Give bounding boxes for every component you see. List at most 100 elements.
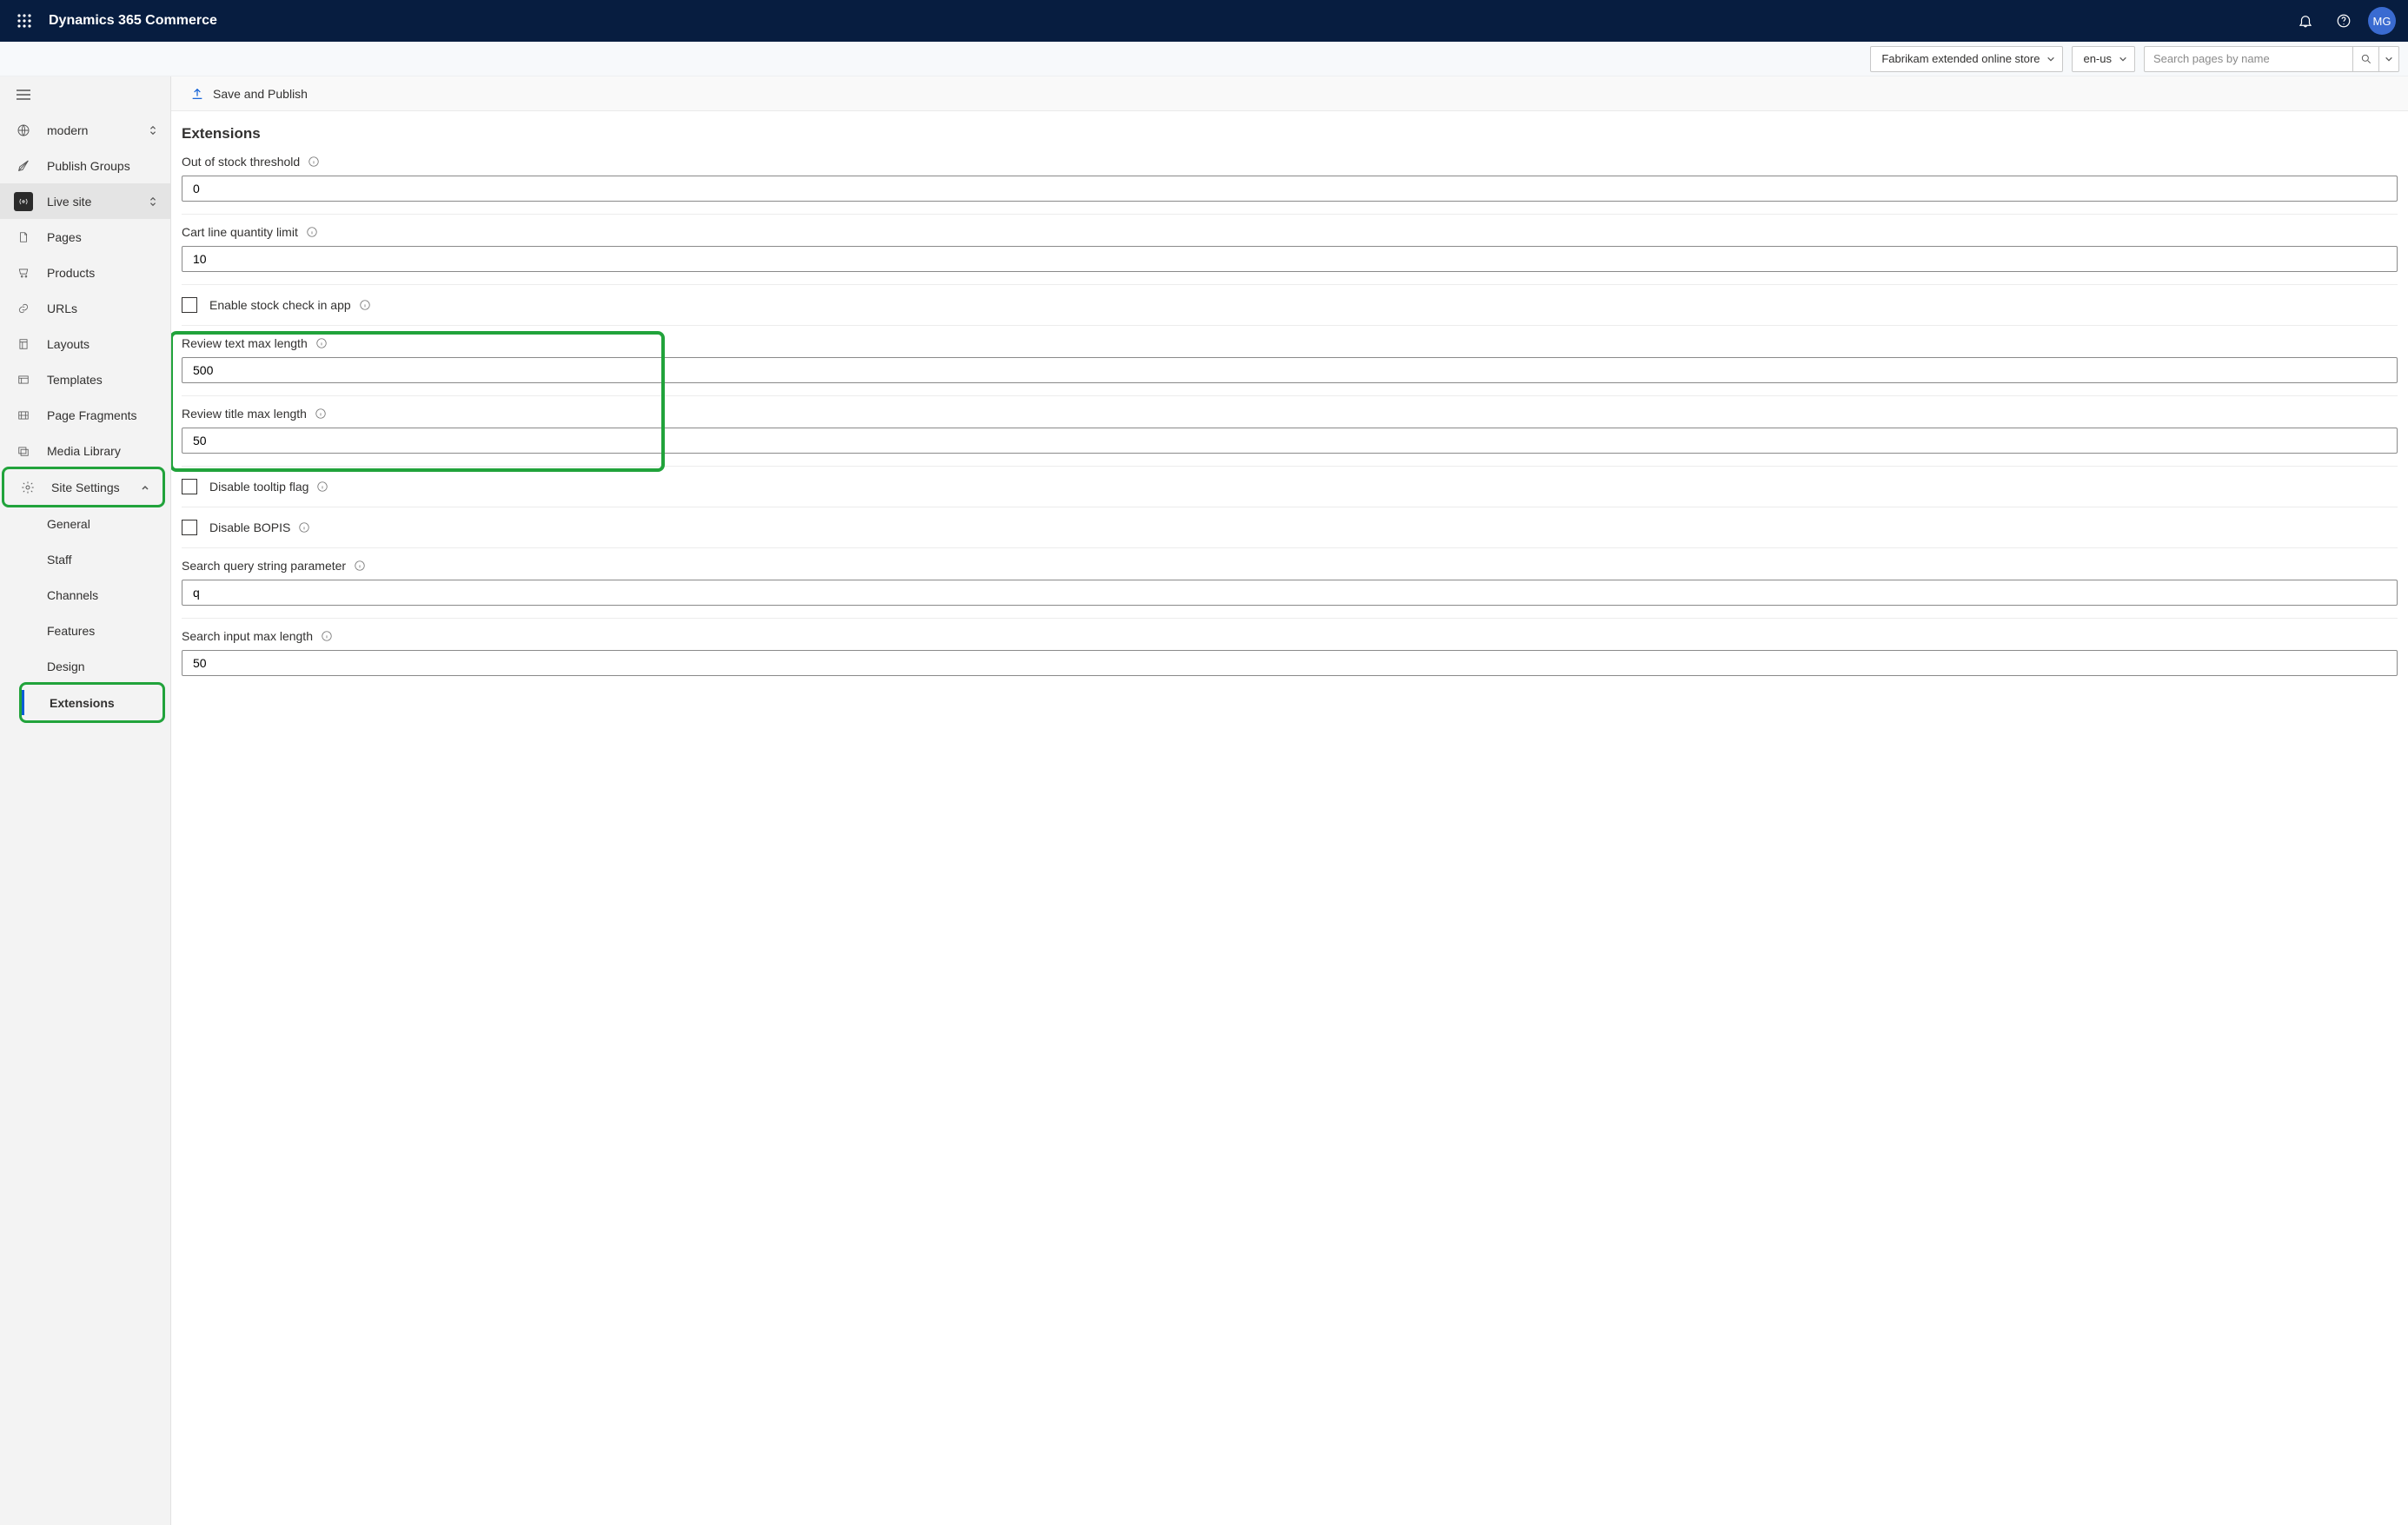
sidebar-item-label: Media Library [47, 444, 121, 458]
sidebar-sub-general[interactable]: General [0, 506, 170, 541]
sidebar-item-live-site[interactable]: Live site [0, 183, 170, 219]
sidebar-item-layouts[interactable]: Layouts [0, 326, 170, 361]
sidebar-item-label: Features [47, 624, 95, 638]
field-out-of-stock-threshold: Out of stock threshold [182, 155, 2398, 215]
updown-icon [148, 125, 158, 136]
sidebar-sub-extensions[interactable]: Extensions [22, 685, 163, 720]
info-icon[interactable] [353, 559, 367, 573]
sidebar-item-label: Design [47, 660, 85, 673]
field-enable-stock-check: Enable stock check in app [182, 285, 2398, 326]
globe-icon [14, 121, 33, 140]
info-icon[interactable] [307, 155, 321, 169]
sidebar-item-label: URLs [47, 302, 77, 315]
enable-stock-check-checkbox[interactable] [182, 297, 197, 313]
sidebar-item-media[interactable]: Media Library [0, 433, 170, 468]
sidebar-item-pages[interactable]: Pages [0, 219, 170, 255]
sidebar-item-urls[interactable]: URLs [0, 290, 170, 326]
locale-selector[interactable]: en-us [2072, 46, 2135, 72]
media-icon [14, 441, 33, 461]
main-panel: Save and Publish Extensions Out of stock… [171, 76, 2408, 1525]
page-search-options[interactable] [2378, 46, 2399, 72]
sidebar-item-site-settings[interactable]: Site Settings [4, 469, 163, 505]
sidebar: modern Publish Groups Live site Pages [0, 76, 171, 1525]
help-icon [2336, 13, 2352, 29]
sidebar-item-products[interactable]: Products [0, 255, 170, 290]
field-search-input-max: Search input max length [182, 629, 2398, 688]
sidebar-toggle[interactable] [0, 76, 170, 112]
app-title: Dynamics 365 Commerce [49, 13, 217, 29]
page-toolbar: Save and Publish [171, 76, 2408, 111]
page-icon [14, 228, 33, 247]
cart-line-limit-input[interactable] [182, 246, 2398, 272]
sidebar-item-label: Layouts [47, 337, 90, 351]
sidebar-item-label: Staff [47, 553, 72, 567]
review-title-max-input[interactable] [182, 428, 2398, 454]
sidebar-item-templates[interactable]: Templates [0, 361, 170, 397]
field-cart-line-limit: Cart line quantity limit [182, 225, 2398, 285]
sidebar-sub-features[interactable]: Features [0, 613, 170, 648]
hamburger-icon [14, 85, 33, 104]
field-review-title-max: Review title max length [182, 407, 2398, 467]
app-launcher-button[interactable] [3, 0, 45, 42]
search-icon [2360, 53, 2372, 65]
out-of-stock-threshold-input[interactable] [182, 176, 2398, 202]
info-icon[interactable] [305, 225, 319, 239]
store-selector-label: Fabrikam extended online store [1881, 52, 2040, 65]
info-icon[interactable] [314, 407, 328, 421]
page-search-button[interactable] [2352, 46, 2378, 72]
sidebar-item-label: Pages [47, 230, 82, 244]
fragment-icon [14, 406, 33, 425]
save-and-publish-label: Save and Publish [213, 87, 308, 101]
sidebar-item-label: Extensions [50, 696, 115, 710]
field-label: Disable BOPIS [209, 520, 290, 534]
sidebar-item-publish-groups[interactable]: Publish Groups [0, 148, 170, 183]
disable-bopis-checkbox[interactable] [182, 520, 197, 535]
sidebar-sub-design[interactable]: Design [0, 648, 170, 684]
field-label: Disable tooltip flag [209, 480, 308, 494]
info-icon[interactable] [315, 336, 328, 350]
updown-icon [148, 196, 158, 207]
sidebar-item-label: Products [47, 266, 95, 280]
context-bar: Fabrikam extended online store en-us [0, 42, 2408, 76]
search-input-max-input[interactable] [182, 650, 2398, 676]
sidebar-item-label: Templates [47, 373, 103, 387]
sidebar-item-label: modern [47, 123, 88, 137]
sidebar-item-fragments[interactable]: Page Fragments [0, 397, 170, 433]
sidebar-item-label: Live site [47, 195, 91, 209]
sidebar-sub-channels[interactable]: Channels [0, 577, 170, 613]
cart-icon [14, 263, 33, 282]
info-icon[interactable] [320, 629, 334, 643]
field-search-query-param: Search query string parameter [182, 559, 2398, 619]
notifications-button[interactable] [2286, 0, 2325, 42]
template-icon [14, 370, 33, 389]
chevron-down-icon [2119, 55, 2127, 63]
locale-selector-label: en-us [2083, 52, 2112, 65]
help-button[interactable] [2325, 0, 2363, 42]
chevron-down-icon [2046, 55, 2055, 63]
info-icon[interactable] [358, 298, 372, 312]
gear-icon [18, 478, 37, 497]
broadcast-icon [14, 192, 33, 211]
info-icon[interactable] [315, 480, 329, 494]
field-label: Search query string parameter [182, 559, 346, 573]
user-avatar[interactable]: MG [2368, 7, 2396, 35]
sidebar-item-label: Site Settings [51, 481, 120, 494]
waffle-icon [17, 14, 31, 28]
disable-tooltip-checkbox[interactable] [182, 479, 197, 494]
link-icon [14, 299, 33, 318]
chevron-down-icon [2385, 55, 2393, 63]
sidebar-sub-staff[interactable]: Staff [0, 541, 170, 577]
sidebar-item-label: Publish Groups [47, 159, 130, 173]
info-icon[interactable] [297, 520, 311, 534]
sidebar-item-label: Page Fragments [47, 408, 137, 422]
field-disable-bopis: Disable BOPIS [182, 507, 2398, 548]
page-search-input[interactable] [2144, 46, 2352, 72]
review-text-max-input[interactable] [182, 357, 2398, 383]
chevron-up-icon [140, 482, 150, 493]
global-header: Dynamics 365 Commerce MG [0, 0, 2408, 42]
content-scroll[interactable]: Extensions Out of stock threshold Cart l… [171, 111, 2408, 1525]
store-selector[interactable]: Fabrikam extended online store [1870, 46, 2063, 72]
search-query-param-input[interactable] [182, 580, 2398, 606]
save-and-publish-button[interactable]: Save and Publish [190, 87, 308, 101]
sidebar-item-modern[interactable]: modern [0, 112, 170, 148]
